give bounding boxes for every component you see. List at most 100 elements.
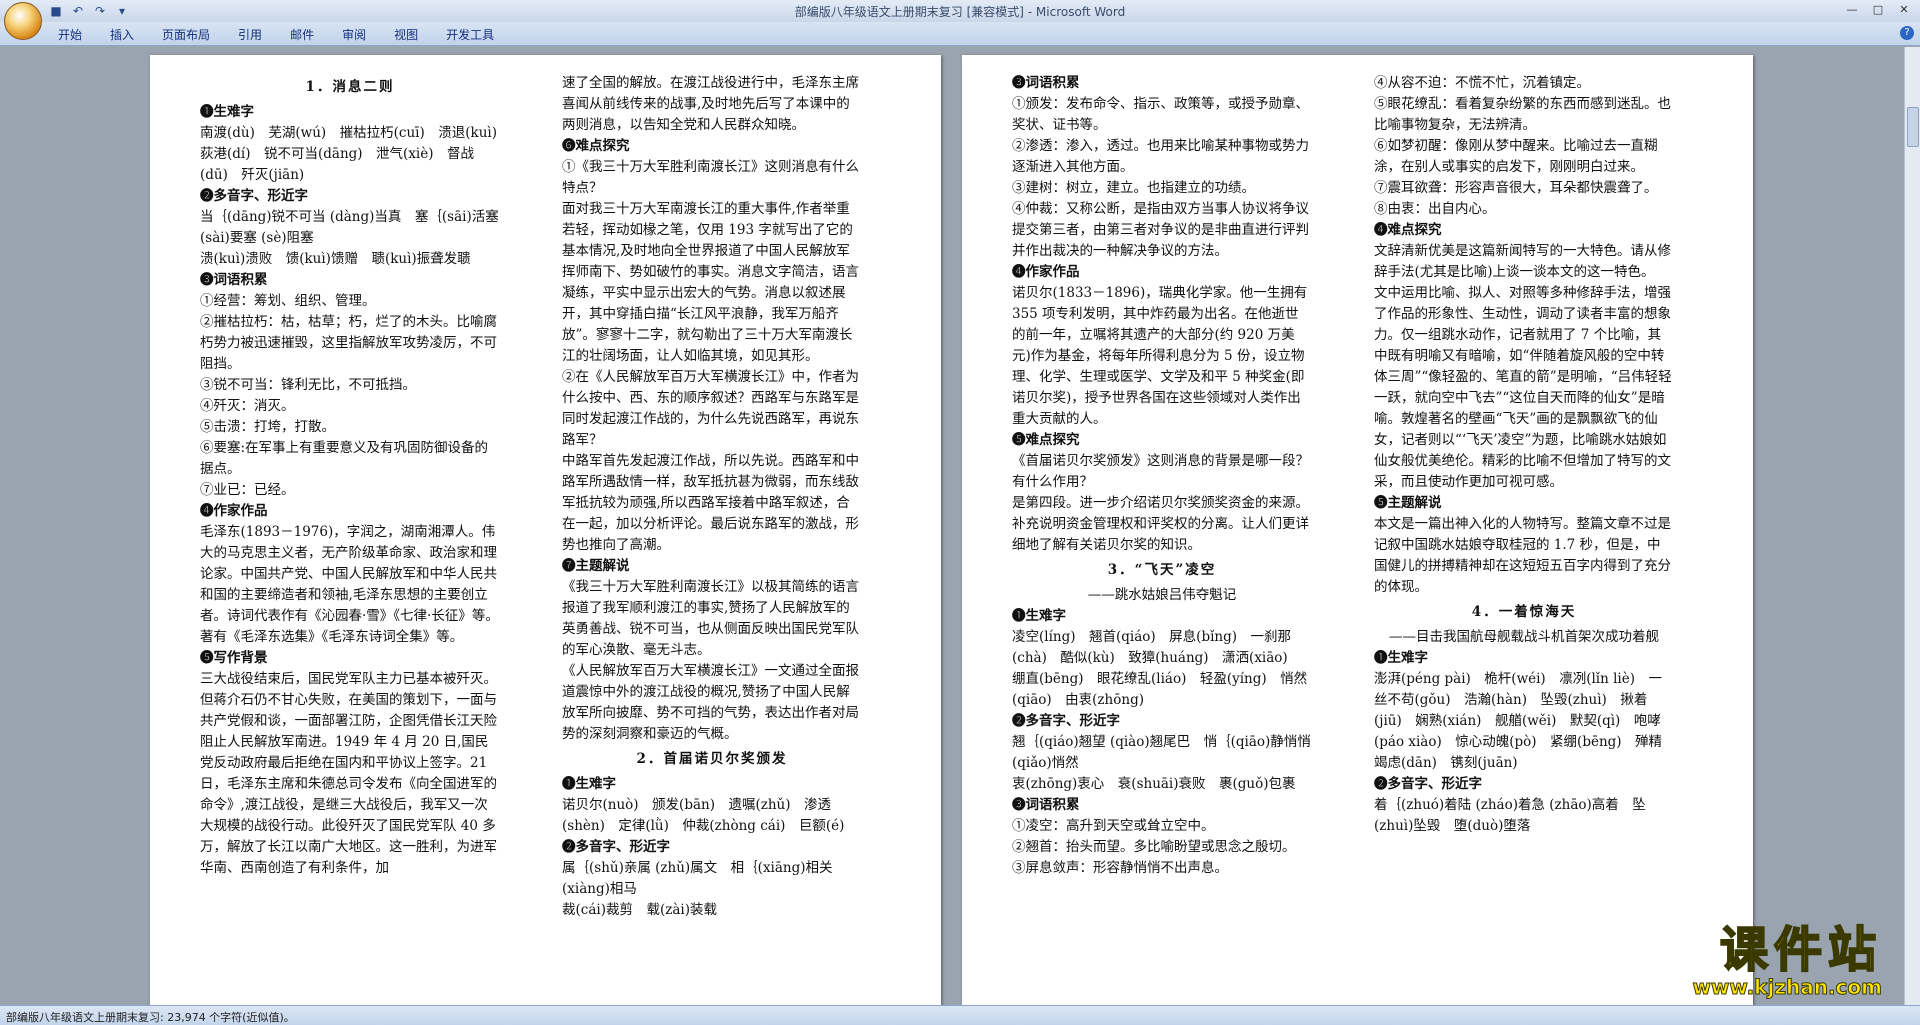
paragraph: ③建树：树立，建立。也指建立的功绩。 [1012, 180, 1255, 196]
tab-view[interactable]: 视图 [394, 26, 418, 43]
paragraph: ④仲裁：又称公断，是指由双方当事人协议将争议提交第三者，由第三者对争议的是非曲直… [1012, 201, 1309, 259]
page2-column-2: ④从容不迫：不慌不忙，沉着镇定。 ⑤眼花缭乱：看着复杂纷繁的东西而感到迷乱。也比喻… [1374, 73, 1674, 837]
section-heading: ❶生难字 [200, 104, 254, 120]
paragraph: ⑦业已：已经。 [200, 482, 295, 498]
section-heading: ❹难点探究 [1374, 222, 1442, 238]
paragraph: 面对我三十万大军南渡长江的重大事件,作者举重若轻，挥动如椽之笔，仅用 193 字… [562, 201, 859, 364]
document-page-2[interactable]: ❸词语积累 ①颁发：发布命令、指示、政策等，或授予勋章、奖状、证书等。 ②渗透：渗入… [962, 55, 1753, 1005]
page2-column-1: ❸词语积累 ①颁发：发布命令、指示、政策等，或授予勋章、奖状、证书等。 ②渗透：渗入… [1012, 73, 1312, 879]
section-heading: ❹作家作品 [1012, 264, 1080, 280]
paragraph: 澎湃(péng pài) 桅杆(wéi) 凛冽(lǐn liè) 一丝不苟(gǒ… [1374, 671, 1663, 771]
section-heading: ❶生难字 [1374, 650, 1428, 666]
tab-developer[interactable]: 开发工具 [446, 26, 494, 43]
section-heading: ❹作家作品 [200, 503, 268, 519]
paragraph: ②翘首：抬头而望。多比喻盼望或思念之殷切。 [1012, 839, 1296, 855]
status-bar: 部编版八年级语文上册期末复习: 23,974 个字符(近似值)。 [0, 1005, 1920, 1025]
section-heading: ❷多音字、形近字 [1374, 776, 1482, 792]
section-heading: ❸词语积累 [200, 272, 268, 288]
lesson-title: 4．一着惊海天 [1471, 604, 1577, 620]
tab-page-layout[interactable]: 页面布局 [162, 26, 210, 43]
paragraph: ⑦震耳欲聋：形容声音很大，耳朵都快震聋了。 [1374, 180, 1658, 196]
close-icon[interactable]: ✕ [1892, 1, 1916, 19]
paragraph: ①《我三十万大军胜利南渡长江》这则消息有什么特点？ [562, 159, 859, 196]
paragraph: ⑧由衷：出自内心。 [1374, 201, 1496, 217]
paragraph: 《我三十万大军胜利南渡长江》以极其简练的语言报道了我军顺利渡江的事实,赞扬了人民… [562, 579, 859, 658]
tab-references[interactable]: 引用 [238, 26, 262, 43]
lesson-title: 1．消息二则 [305, 79, 395, 95]
paragraph: ②渗透：渗入，透过。也用来比喻某种事物或势力逐渐进入其他方面。 [1012, 138, 1309, 175]
section-heading: ❷多音字、形近字 [200, 188, 308, 204]
section-heading: ❺难点探究 [1012, 432, 1080, 448]
section-heading: ❺写作背景 [200, 650, 268, 666]
paragraph: 文辞清新优美是这篇新闻特写的一大特色。请从修辞手法(尤其是比喻)上谈一谈本文的这… [1374, 243, 1671, 280]
page1-column-1: 1．消息二则 ❶生难字南渡(dù) 芜湖(wú) 摧枯拉朽(cuī) 溃退(kuì… [200, 73, 511, 879]
paragraph: ——目击我国航母舰载战斗机首架次成功着舰 [1389, 629, 1659, 645]
paragraph: ④歼灭：消灭。 [200, 398, 295, 414]
paragraph: ④从容不迫：不慌不忙，沉着镇定。 [1374, 75, 1590, 91]
section-heading: ❸词语积累 [1012, 75, 1080, 91]
help-icon[interactable]: ? [1900, 26, 1914, 40]
section-heading: ❼主题解说 [562, 558, 630, 574]
document-area[interactable]: 1．消息二则 ❶生难字 南渡(dù) 芜湖(wú) 摧枯拉朽(cuī) 溃退(kuì… [0, 47, 1904, 1005]
watermark-logo: 课件站 [1719, 922, 1882, 978]
paragraph: ②摧枯拉朽：枯，枯草；朽，烂了的木头。比喻腐朽势力被迅速摧毁，这里指解放军攻势凌… [200, 314, 497, 372]
vertical-scrollbar[interactable] [1904, 47, 1920, 1005]
paragraph: 着｛(zhuó)着陆 (zháo)着急 (zhāo)高着 坠(zhuì)坠毁 堕… [1374, 797, 1646, 834]
paragraph: ①颁发：发布命令、指示、政策等，或授予勋章、奖状、证书等。 [1012, 96, 1309, 133]
paragraph: ②在《人民解放军百万大军横渡长江》中，作者为什么按中、西、东的顺序叙述？西路军与… [562, 369, 859, 448]
paragraph: ①凌空：高升到天空或耸立空中。 [1012, 818, 1215, 834]
tab-mailings[interactable]: 邮件 [290, 26, 314, 43]
paragraph: 三大战役结束后，国民党军队主力已基本被歼灭。但蒋介石仍不甘心失败，在美国的策划下… [200, 671, 497, 876]
section-heading: ❷多音字、形近字 [562, 839, 670, 855]
paragraph: 毛泽东(1893－1976)，字润之，湖南湘潭人。伟大的马克思主义者，无产阶级革… [200, 524, 499, 645]
paragraph: 《首届诺贝尔奖颁发》这则消息的背景是哪一段？有什么作用？ [1012, 453, 1309, 490]
paragraph: ⑥要塞:在军事上有重要意义及有巩固防御设备的据点。 [200, 440, 489, 477]
paragraph: ⑤击溃：打垮，打散。 [200, 419, 335, 435]
paragraph: 衷(zhōng)衷心 衰(shuāi)衰败 裹(guǒ)包裹 [1012, 776, 1296, 792]
tab-home[interactable]: 开始 [58, 26, 82, 43]
office-button[interactable] [4, 2, 42, 40]
minimize-icon[interactable]: — [1840, 1, 1864, 19]
paragraph: ——跳水姑娘吕伟夺魁记 [1087, 587, 1237, 603]
lesson-title: 3．“飞天”凌空 [1107, 562, 1217, 578]
tab-insert[interactable]: 插入 [110, 26, 134, 43]
scrollbar-thumb[interactable] [1907, 107, 1919, 147]
paragraph: ⑥如梦初醒：像刚从梦中醒来。比喻过去一直糊涂，在别人或事实的启发下，刚刚明白过来… [1374, 138, 1658, 175]
lesson-title: 2．首届诺贝尔奖颁发 [636, 751, 788, 767]
paragraph: ③屏息敛声：形容静悄悄不出声息。 [1012, 860, 1228, 876]
section-heading: ❶生难字 [1012, 608, 1066, 624]
section-heading: ❺主题解说 [1374, 495, 1442, 511]
status-word-count: 部编版八年级语文上册期末复习: 23,974 个字符(近似值)。 [6, 1011, 295, 1024]
window-title: 部编版八年级语文上册期末复习 [兼容模式] - Microsoft Word [794, 5, 1126, 19]
paragraph: 中路军首先发起渡江作战，所以先说。西路军和中路军所遇敌情一样，敌军抵抗甚为微弱，… [562, 453, 859, 553]
paragraph: 是第四段。进一步介绍诺贝尔奖颁奖资金的来源。补充说明资金管理权和评奖权的分离。让… [1012, 495, 1309, 553]
section-heading: ❻难点探究 [562, 138, 630, 154]
maximize-icon[interactable]: □ [1866, 1, 1890, 19]
paragraph: 速了全国的解放。在渡江战役进行中，毛泽东主席喜闻从前线传来的战事,及时地先后写了… [562, 75, 859, 133]
tab-review[interactable]: 审阅 [342, 26, 366, 43]
paragraph: 属｛(shǔ)亲属 (zhǔ)属文 相｛(xiāng)相关 (xiàng)相马 [562, 860, 833, 897]
paragraph: ⑤眼花缭乱：看着复杂纷繁的东西而感到迷乱。也比喻事物复杂，无法辨清。 [1374, 96, 1671, 133]
paragraph: 《人民解放军百万大军横渡长江》一文通过全面报道震惊中外的渡江战役的概况,赞扬了中… [562, 663, 859, 742]
paragraph: 本文是一篇出神入化的人物特写。整篇文章不过是记叙中国跳水姑娘夺取桂冠的 1.7 … [1374, 516, 1671, 595]
paragraph: 文中运用比喻、拟人、对照等多种修辞手法，增强了作品的形象性、生动性，调动了读者丰… [1374, 285, 1672, 490]
watermark-url: www.kjzhan.com [1692, 975, 1883, 1000]
paragraph: 南渡(dù) 芜湖(wú) 摧枯拉朽(cuī) 溃退(kuì) 荻港(dí) 锐… [200, 125, 511, 183]
paragraph: 诺贝尔(1833－1896)，瑞典化学家。他一生拥有 355 项专利发明，其中炸… [1012, 285, 1308, 427]
watermark: 课件站 www.kjzhan.com [1692, 922, 1883, 1000]
page1-column-2: 速了全国的解放。在渡江战役进行中，毛泽东主席喜闻从前线传来的战事,及时地先后写了… [562, 73, 862, 921]
section-heading: ❸词语积累 [1012, 797, 1080, 813]
section-heading: ❷多音字、形近字 [1012, 713, 1120, 729]
section-heading: ❶生难字 [562, 776, 616, 792]
paragraph: ①经营：筹划、组织、管理。 [200, 293, 376, 309]
title-bar: ■ ↶ ↷ ▾ 部编版八年级语文上册期末复习 [兼容模式] - Microsof… [0, 0, 1920, 22]
window-controls: — □ ✕ [1840, 1, 1916, 19]
paragraph: 翘｛(qiáo)翘望 (qiào)翘尾巴 悄｛(qiāo)静悄悄 (qiǎo)悄… [1012, 734, 1311, 771]
document-page-1[interactable]: 1．消息二则 ❶生难字 南渡(dù) 芜湖(wú) 摧枯拉朽(cuī) 溃退(kuì… [150, 55, 941, 1005]
paragraph: 溃(kuì)溃败 馈(kuì)馈赠 聩(kuì)振聋发聩 [200, 251, 471, 267]
paragraph: 凌空(líng) 翘首(qiáo) 屏息(bǐng) 一刹那(chà) 酷似(k… [1012, 629, 1308, 708]
paragraph: 裁(cái)裁剪 载(zài)装载 [562, 902, 717, 918]
paragraph: 当｛(dāng)锐不可当 (dàng)当真 塞｛(sāi)活塞 (sài)要塞 … [200, 209, 499, 246]
paragraph: 诺贝尔(nuò) 颁发(bān) 遗嘱(zhǔ) 渗透(shèn) 定律(lǜ)… [562, 797, 845, 834]
ribbon-tabs: 开始 插入 页面布局 引用 邮件 审阅 视图 开发工具 ? [0, 22, 1920, 46]
